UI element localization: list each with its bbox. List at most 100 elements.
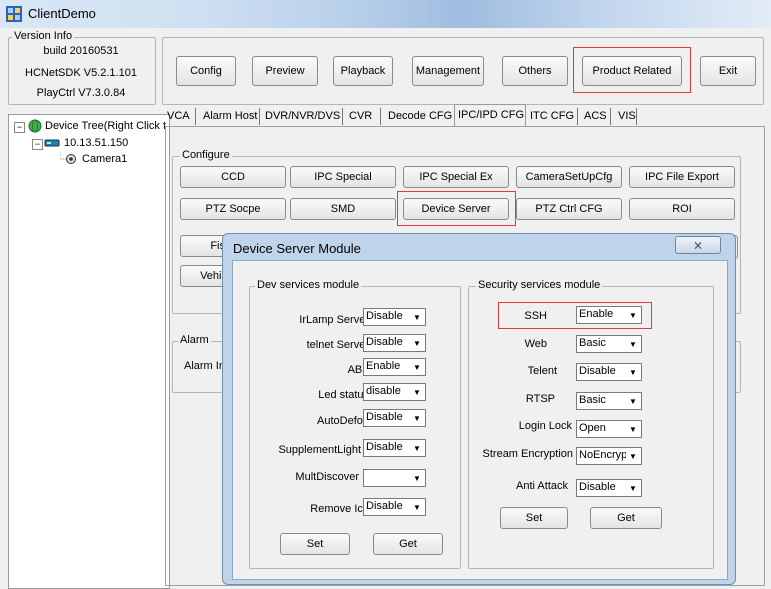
tab-separator [380,108,381,125]
sdk-version-text: HCNetSDK V5.2.1.101 [25,67,137,79]
abf-value: Enable [366,360,401,372]
tab-separator [636,108,637,125]
dropdown-arrow-icon: ▼ [410,336,424,350]
dvr-device-icon [44,139,60,147]
stream-encryption-select[interactable]: NoEncrypt ▼ [576,447,642,465]
highlight-device-server [397,191,516,226]
close-icon[interactable]: ⨯ [675,236,721,254]
dropdown-arrow-icon: ▼ [410,471,424,485]
configure-label: Configure [180,149,232,161]
dropdown-arrow-icon: ▼ [626,394,640,408]
smd-button[interactable]: SMD [290,198,396,220]
security-get-button[interactable]: Get [590,507,662,529]
playback-button[interactable]: Playback [333,56,393,86]
ssh-value: Enable [579,308,614,320]
tab-separator [195,108,196,125]
ipc-file-export-button[interactable]: IPC File Export [629,166,735,188]
globe-icon [28,119,42,133]
tree-root-label[interactable]: Device Tree(Right Click t [45,120,166,132]
supplement-light-label: SupplementLight [278,444,361,456]
autodefog-value: Disable [366,411,403,423]
rtsp-select[interactable]: Basic ▼ [576,392,642,410]
preview-button[interactable]: Preview [252,56,318,86]
exit-button[interactable]: Exit [700,56,756,86]
abf-select[interactable]: Enable ▼ [363,358,426,376]
dialog-title: Device Server Module [233,241,361,256]
abf-label: ABF [347,364,369,376]
anti-attack-label: Anti Attack [516,480,568,492]
tab-itc-cfg[interactable]: ITC CFG [530,110,574,122]
roi-button[interactable]: ROI [629,198,735,220]
led-status-select[interactable]: disable ▼ [363,383,426,401]
login-lock-select[interactable]: Open ▼ [576,420,642,438]
security-set-button[interactable]: Set [500,507,568,529]
title-bar: ClientDemo [0,0,771,28]
rtsp-value: Basic [579,394,606,406]
ptz-scope-button[interactable]: PTZ Socpe [180,198,286,220]
dropdown-arrow-icon: ▼ [626,337,640,351]
dropdown-arrow-icon: ▼ [626,308,640,322]
dropdown-arrow-icon: ▼ [410,310,424,324]
dev-services-group [249,286,461,569]
tab-acs[interactable]: ACS [584,110,607,122]
alarm-label: Alarm [178,334,211,346]
ssh-select[interactable]: Enable ▼ [576,306,642,324]
ptz-ctrl-cfg-button[interactable]: PTZ Ctrl CFG [516,198,622,220]
stream-encryption-value: NoEncrypt [579,449,631,461]
dev-services-label: Dev services module [255,279,362,291]
tab-separator [259,108,260,125]
ipc-special-ex-button[interactable]: IPC Special Ex [403,166,509,188]
dev-set-button[interactable]: Set [280,533,350,555]
ipc-special-button[interactable]: IPC Special [290,166,396,188]
tab-vis[interactable]: VIS [618,110,636,122]
tab-dvr-nvr-dvs[interactable]: DVR/NVR/DVS [265,110,340,122]
camera-icon [60,152,76,164]
management-button[interactable]: Management [412,56,484,86]
rtsp-label: RTSP [525,393,555,405]
telnet-server-value: Disable [366,336,403,348]
irlamp-server-select[interactable]: Disable ▼ [363,308,426,326]
web-value: Basic [579,337,606,349]
anti-attack-select[interactable]: Disable ▼ [576,479,642,497]
tab-ipc-ipd-cfg[interactable]: IPC/IPD CFG [458,109,524,121]
ssh-label: SSH [524,310,547,322]
tree-collapse-device-icon[interactable]: − [32,139,43,150]
highlight-product-related [573,47,691,93]
tab-decode-cfg[interactable]: Decode CFG [388,110,452,122]
autodefog-select[interactable]: Disable ▼ [363,409,426,427]
telnet-server-label: telnet Server [306,339,369,351]
led-status-value: disable [366,385,401,397]
tab-cvr[interactable]: CVR [349,110,372,122]
telnet-server-select[interactable]: Disable ▼ [363,334,426,352]
dev-get-button[interactable]: Get [373,533,443,555]
telent-select[interactable]: Disable ▼ [576,363,642,381]
tree-device-label[interactable]: 10.13.51.150 [64,137,128,149]
tab-separator [610,108,611,125]
ccd-button[interactable]: CCD [180,166,286,188]
tab-vca[interactable]: VCA [167,110,190,122]
dropdown-arrow-icon: ▼ [626,365,640,379]
remove-ice-select[interactable]: Disable ▼ [363,498,426,516]
config-button[interactable]: Config [176,56,236,86]
supplement-light-value: Disable [366,441,403,453]
stream-encryption-label: Stream Encryption [482,448,573,460]
telent-value: Disable [579,365,616,377]
dialog-client: Dev services module IrLamp Server Disabl… [232,260,728,580]
supplement-light-select[interactable]: Disable ▼ [363,439,426,457]
tab-separator [342,108,343,125]
irlamp-server-value: Disable [366,310,403,322]
tree-collapse-root-icon[interactable]: − [14,122,25,133]
camera-setup-cfg-button[interactable]: CameraSetUpCfg [516,166,622,188]
dropdown-arrow-icon: ▼ [626,481,640,495]
mult-discover-select[interactable]: ▼ [363,469,426,487]
anti-attack-value: Disable [579,481,616,493]
others-button[interactable]: Others [502,56,568,86]
tree-camera-label[interactable]: Camera1 [82,153,127,165]
tab-alarm-host[interactable]: Alarm Host [203,110,257,122]
web-select[interactable]: Basic ▼ [576,335,642,353]
build-text: build 20160531 [43,45,119,57]
irlamp-server-label: IrLamp Server [299,314,369,326]
led-status-label: Led status [318,389,369,401]
playctrl-version-text: PlayCtrl V7.3.0.84 [36,87,126,99]
device-tree[interactable] [8,114,170,589]
